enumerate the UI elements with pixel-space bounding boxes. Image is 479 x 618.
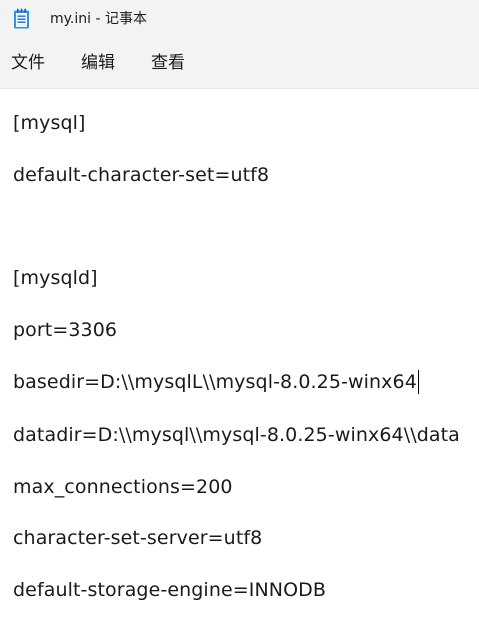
- editor-line-with-caret: basedir=D:\\mysqlL\\mysql-8.0.25-winx64: [13, 370, 419, 394]
- title-bar[interactable]: my.ini - 记事本: [0, 0, 479, 38]
- editor-line: default-character-set=utf8: [13, 164, 270, 186]
- editor-line: port=3306: [13, 319, 118, 341]
- editor-line: [mysql]: [13, 112, 86, 134]
- menu-file[interactable]: 文件: [11, 52, 45, 74]
- notepad-window: my.ini - 记事本 文件 编辑 查看 [mysql] default-ch…: [0, 0, 479, 618]
- editor-line: max_connections=200: [13, 476, 233, 498]
- editor-line: default-storage-engine=INNODB: [13, 579, 327, 601]
- notepad-icon: [14, 8, 29, 29]
- editor-line-text: basedir=D:\\mysqlL\\mysql-8.0.25-winx64: [13, 371, 417, 393]
- editor-line: [mysqld]: [13, 267, 98, 289]
- menu-edit[interactable]: 编辑: [81, 52, 115, 74]
- text-caret: [417, 370, 419, 394]
- menu-view[interactable]: 查看: [151, 52, 185, 74]
- window-title: my.ini - 记事本: [50, 11, 147, 27]
- editor-line: datadir=D:\\mysql\\mysql-8.0.25-winx64\\…: [13, 424, 460, 446]
- editor-line: character-set-server=utf8: [13, 527, 263, 549]
- text-editor[interactable]: [mysql] default-character-set=utf8 [mysq…: [0, 89, 479, 618]
- menu-bar: 文件 编辑 查看: [0, 38, 479, 89]
